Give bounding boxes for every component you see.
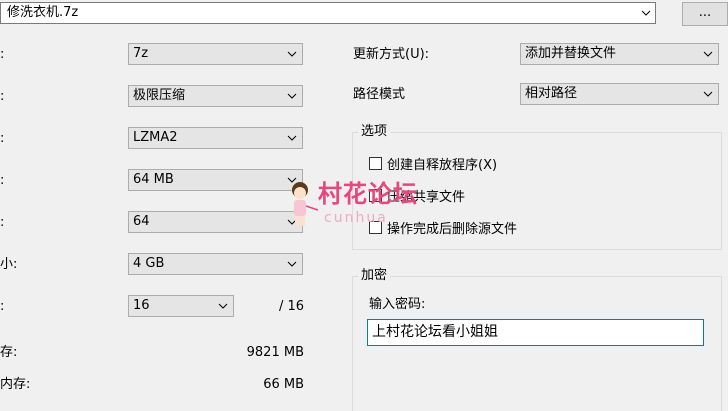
chevron-down-icon: [285, 257, 299, 271]
word-size-value: 64: [133, 214, 150, 229]
chevron-down-icon: [285, 47, 299, 61]
memory-compress-value: 9821 MB: [246, 345, 304, 360]
sfx-checkbox[interactable]: [369, 157, 382, 170]
archive-name-text: 修洗衣机.7z: [7, 5, 79, 20]
archive-name-input[interactable]: 修洗衣机.7z: [0, 2, 656, 24]
delete-after-checkbox-label: 操作完成后删除源文件: [387, 222, 518, 237]
shared-files-checkbox-label: 压缩共享文件: [387, 190, 466, 205]
chevron-down-icon: [285, 131, 299, 145]
path-mode-select[interactable]: 相对路径: [520, 83, 719, 105]
options-group-title: 选项: [358, 124, 391, 140]
memory-decompress-label: 内存:: [0, 377, 31, 392]
cpu-threads-value: 16: [133, 298, 150, 313]
archive-format-select[interactable]: 7z: [128, 43, 303, 65]
compression-level-value: 极限压缩: [133, 88, 186, 103]
dictionary-size-label: :: [0, 173, 5, 188]
encryption-group-title: 加密: [358, 268, 391, 284]
password-label: 输入密码:: [369, 297, 426, 312]
compression-method-label: :: [0, 131, 5, 146]
cpu-threads-label: :: [0, 299, 5, 314]
browse-button[interactable]: ...: [682, 2, 728, 26]
update-mode-select[interactable]: 添加并替换文件: [520, 43, 719, 65]
delete-after-checkbox-row[interactable]: 操作完成后删除源文件: [369, 218, 517, 237]
memory-compress-label: 存:: [0, 345, 18, 360]
solid-block-size-label: 小:: [0, 257, 18, 272]
word-size-select[interactable]: 64: [128, 211, 303, 233]
dictionary-size-select[interactable]: 64 MB: [128, 169, 303, 191]
shared-files-checkbox-row[interactable]: 压缩共享文件: [369, 186, 465, 205]
cpu-threads-select[interactable]: 16: [128, 295, 234, 317]
compression-level-label: :: [0, 89, 5, 104]
chevron-down-icon: [216, 299, 230, 313]
update-mode-label: 更新方式(U):: [353, 47, 430, 62]
path-mode-label: 路径模式: [353, 87, 406, 102]
solid-block-size-select[interactable]: 4 GB: [128, 253, 303, 275]
word-size-label: :: [0, 215, 5, 230]
password-value: 上村花论坛看小姐姐: [372, 324, 498, 340]
chevron-down-icon: [701, 47, 715, 61]
chevron-down-icon: [285, 173, 299, 187]
chevron-down-icon: [701, 87, 715, 101]
sfx-checkbox-row[interactable]: 创建自释放程序(X): [369, 154, 497, 173]
archive-format-label: :: [0, 47, 5, 62]
sfx-checkbox-label: 创建自释放程序(X): [387, 158, 498, 173]
compression-level-select[interactable]: 极限压缩: [128, 85, 303, 107]
update-mode-value: 添加并替换文件: [525, 46, 617, 61]
path-mode-value: 相对路径: [525, 86, 578, 101]
solid-block-size-value: 4 GB: [133, 256, 165, 271]
chevron-down-icon: [285, 215, 299, 229]
dictionary-size-value: 64 MB: [133, 172, 174, 187]
chevron-down-icon[interactable]: [639, 6, 653, 20]
memory-decompress-value: 66 MB: [263, 377, 304, 392]
shared-files-checkbox[interactable]: [369, 189, 382, 202]
chevron-down-icon: [285, 89, 299, 103]
cpu-threads-total: / 16: [278, 299, 304, 314]
password-input[interactable]: 上村花论坛看小姐姐: [367, 319, 704, 346]
delete-after-checkbox[interactable]: [369, 221, 382, 234]
compression-method-value: LZMA2: [133, 130, 178, 145]
archive-format-value: 7z: [133, 46, 149, 61]
compression-method-select[interactable]: LZMA2: [128, 127, 303, 149]
